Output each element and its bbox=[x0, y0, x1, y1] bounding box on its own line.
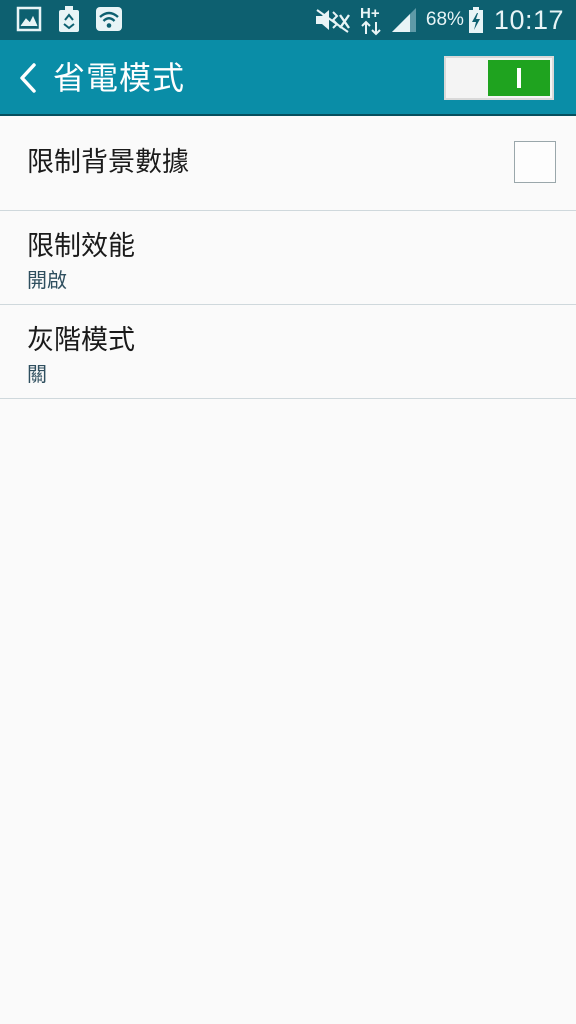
item-title: 灰階模式 bbox=[27, 325, 135, 356]
switch-on-mark bbox=[517, 68, 521, 88]
status-bar: H+ 68% 10:17 bbox=[0, 0, 576, 40]
item-title: 限制背景數據 bbox=[27, 147, 189, 178]
action-bar: 省電模式 bbox=[0, 40, 576, 116]
list-item-restrict-background-data[interactable]: 限制背景數據 bbox=[0, 116, 576, 211]
item-summary: 關 bbox=[27, 362, 47, 386]
switch-thumb bbox=[488, 60, 550, 96]
h-plus-data-icon: H+ bbox=[360, 4, 384, 36]
battery-charging-icon bbox=[468, 6, 484, 34]
signal-icon bbox=[390, 6, 418, 34]
list-item-restrict-performance[interactable]: 限制效能 開啟 bbox=[0, 211, 576, 305]
restrict-background-data-checkbox[interactable] bbox=[514, 141, 556, 183]
gallery-icon bbox=[16, 5, 42, 33]
battery-percent: 68% bbox=[425, 9, 464, 30]
chevron-left-icon bbox=[20, 63, 36, 93]
list-item-grayscale-mode[interactable]: 灰階模式 關 bbox=[0, 305, 576, 399]
item-summary: 開啟 bbox=[27, 268, 67, 292]
page-title: 省電模式 bbox=[53, 59, 186, 97]
screen: H+ 68% 10:17 省電模式 限制背景數據 限制效能 開啟 灰階模式 關 bbox=[0, 0, 576, 1024]
status-system: H+ 68% 10:17 bbox=[314, 0, 564, 40]
clock: 10:17 bbox=[493, 4, 564, 35]
svg-text:H+: H+ bbox=[360, 5, 380, 22]
status-notifications bbox=[16, 5, 122, 33]
power-saving-switch[interactable] bbox=[444, 56, 554, 100]
settings-list: 限制背景數據 限制效能 開啟 灰階模式 關 bbox=[0, 116, 576, 399]
recycle-icon bbox=[56, 5, 82, 33]
wifi-icon bbox=[96, 5, 122, 33]
mute-icon bbox=[314, 6, 352, 34]
item-title: 限制效能 bbox=[27, 231, 135, 262]
back-button[interactable] bbox=[8, 54, 48, 102]
